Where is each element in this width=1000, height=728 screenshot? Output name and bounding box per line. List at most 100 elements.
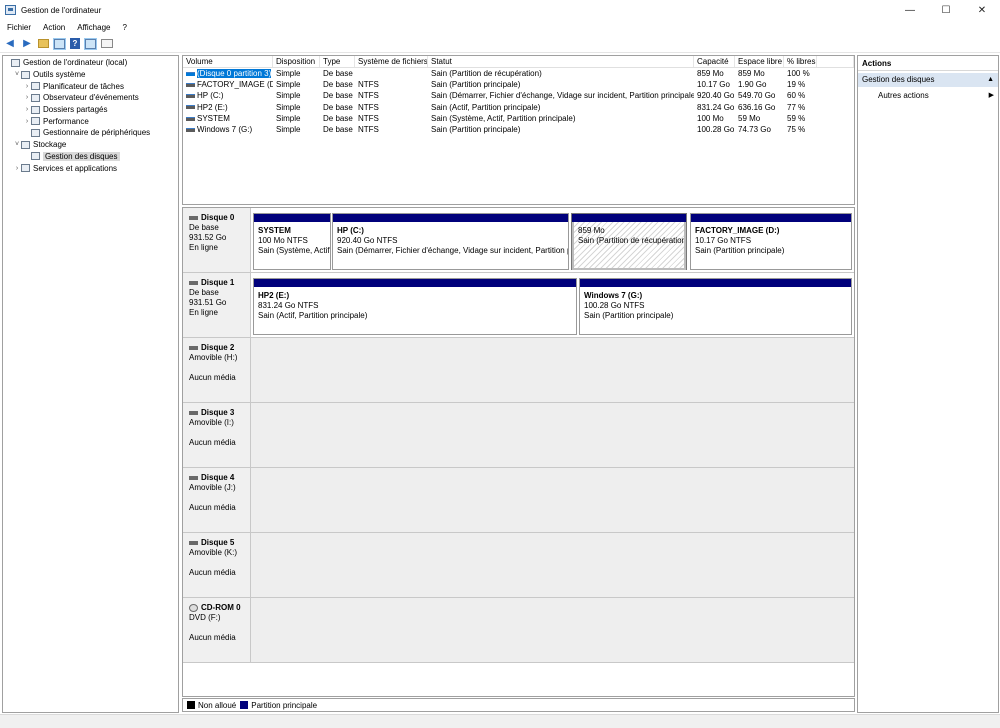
chevron-right-icon[interactable]: ›	[23, 94, 31, 101]
disk-label[interactable]: Disque 5 Amovible (K:) Aucun média	[183, 533, 251, 597]
table-row[interactable]: FACTORY_IMAGE (D:) Simple De base NTFS Sain …	[183, 79, 854, 90]
show-actions-icon[interactable]	[84, 37, 97, 50]
partition-block[interactable]: HP2 (E:) 831.24 Go NTFS Sain (Actif, Parti…	[253, 278, 577, 335]
up-folder-icon[interactable]	[38, 39, 49, 48]
partition-size: 10.17 Go NTFS	[695, 236, 752, 245]
col-volume[interactable]: Volume	[183, 56, 273, 67]
menu-action[interactable]: Action	[43, 23, 65, 32]
col-free-space[interactable]: Espace libre	[735, 56, 784, 67]
collapse-up-icon[interactable]: ▲	[987, 73, 994, 87]
col-filesystem[interactable]: Système de fichiers	[355, 56, 428, 67]
close-button[interactable]: ✕	[964, 0, 1000, 20]
help-icon[interactable]: ?	[70, 38, 80, 49]
maximize-button[interactable]: ☐	[928, 0, 964, 20]
tree-item[interactable]: Gestion des disques	[3, 151, 178, 163]
tree-item-label: Gestionnaire de périphériques	[43, 128, 151, 138]
tree-node-icon	[31, 105, 40, 114]
chevron-down-icon[interactable]: ˅	[13, 141, 21, 148]
table-row[interactable]: Windows 7 (G:) Simple De base NTFS Sain (Par…	[183, 124, 854, 135]
cell-disposition: Simple	[276, 80, 301, 90]
col-capacity[interactable]: Capacité	[694, 56, 735, 67]
show-tree-icon[interactable]	[53, 37, 66, 50]
back-arrow-icon[interactable]: ◀	[4, 38, 16, 50]
cell-volume: (Disque 0 partition 3)	[183, 68, 273, 79]
disk-row: Disque 0 De base 931.52 Go En ligne SYSTEM 10…	[183, 208, 854, 273]
cell-filesystem: NTFS	[358, 124, 379, 134]
disk-name-row: Disque 4	[189, 472, 250, 483]
chevron-right-icon[interactable]: ›	[23, 83, 31, 90]
col-percent-free[interactable]: % libres	[784, 56, 817, 67]
tree-item[interactable]: › Services et applications	[3, 162, 178, 174]
disk-name: Disque 2	[201, 343, 235, 352]
tree-item[interactable]: › Planificateur de tâches	[3, 80, 178, 92]
menu-help[interactable]: ?	[122, 23, 126, 32]
console-tree: Gestion de l'ordinateur (local) ˅ Outils s…	[2, 55, 179, 713]
tree-item[interactable]: › Dossiers partagés	[3, 104, 178, 116]
chevron-right-icon[interactable]: ›	[23, 118, 31, 125]
actions-section-disk-management[interactable]: Gestion des disques ▲	[858, 73, 998, 87]
chevron-right-icon[interactable]: ›	[13, 165, 21, 172]
partition-block[interactable]: HP (C:) 920.40 Go NTFS Sain (Démarrer, Fic…	[332, 213, 569, 270]
disk-name-row: CD-ROM 0	[189, 602, 250, 613]
disk-info-line: 931.51 Go	[189, 298, 227, 307]
volume-icon	[186, 71, 195, 76]
tree-item[interactable]: ˅ Stockage	[3, 139, 178, 151]
tree-item[interactable]: ˅ Outils système	[3, 69, 178, 81]
status-bar	[0, 714, 1000, 728]
primary-swatch	[240, 701, 249, 709]
legend-unallocated: Non alloué	[198, 700, 237, 710]
disk-name: Disque 3	[201, 408, 235, 417]
cell-filesystem	[355, 68, 428, 79]
partition-type-bar	[254, 214, 330, 222]
partition-block[interactable]: Windows 7 (G:) 100.28 Go NTFS Sain (Partit…	[579, 278, 852, 335]
empty-disk-area	[251, 403, 854, 467]
tree-item[interactable]: › Performance	[3, 115, 178, 127]
tree-node-icon	[31, 128, 40, 137]
chevron-down-icon[interactable]: ˅	[13, 71, 21, 78]
tree-node-icon	[31, 82, 40, 91]
partition-block[interactable]: FACTORY_IMAGE (D:) 10.17 Go NTFS Sain (Par…	[690, 213, 852, 270]
disk-info-line	[189, 558, 250, 568]
cell-type: De base	[323, 124, 353, 134]
disk-label[interactable]: Disque 0 De base 931.52 Go En ligne	[183, 208, 251, 272]
partition-block[interactable]: SYSTEM 100 Mo NTFS Sain (Système, Actif,	[253, 213, 331, 270]
disk-label[interactable]: Disque 2 Amovible (H:) Aucun média	[183, 338, 251, 402]
partition-block[interactable]: 859 Mo Sain (Partition de récupération)	[571, 213, 687, 270]
partition-status: Sain (Partition principale)	[584, 311, 674, 320]
cell-status: Sain (Actif, Partition principale)	[431, 102, 541, 112]
disk-row: Disque 4 Amovible (J:) Aucun média	[183, 468, 854, 533]
other-actions-item[interactable]: Autres actions ▶	[858, 89, 998, 103]
disk-name: Disque 1	[201, 278, 235, 287]
volume-name: HP (C:)	[197, 91, 224, 101]
disk-label[interactable]: CD-ROM 0 DVD (F:) Aucun média	[183, 598, 251, 662]
tree-item[interactable]: Gestion de l'ordinateur (local)	[3, 57, 178, 69]
disk-label[interactable]: Disque 4 Amovible (J:) Aucun média	[183, 468, 251, 532]
table-row[interactable]: HP (C:) Simple De base NTFS Sain (Démarrer, …	[183, 90, 854, 101]
cell-status: Sain (Partition de récupération)	[431, 69, 542, 78]
disk-label[interactable]: Disque 1 De base 931.51 Go En ligne	[183, 273, 251, 337]
other-actions-label: Autres actions	[878, 91, 929, 100]
cell-disposition: Simple	[276, 124, 301, 134]
tree-item[interactable]: Gestionnaire de périphériques	[3, 127, 178, 139]
menu-fichier[interactable]: Fichier	[7, 23, 31, 32]
col-type[interactable]: Type	[320, 56, 355, 67]
table-row[interactable]: (Disque 0 partition 3) Simple De base Sain …	[183, 68, 854, 79]
disk-info-line: De base	[189, 288, 219, 297]
empty-disk-area	[251, 598, 854, 662]
cell-free-space: 1.90 Go	[738, 80, 767, 90]
minimize-button[interactable]: —	[892, 0, 928, 20]
cell-type: De base	[323, 69, 353, 78]
disk-icon	[189, 475, 198, 480]
disk-name-row: Disque 1	[189, 277, 250, 288]
tree-item[interactable]: › Observateur d'événements	[3, 92, 178, 104]
properties-icon[interactable]	[101, 39, 113, 48]
chevron-right-icon[interactable]: ›	[23, 106, 31, 113]
cell-percent-free: 77 %	[787, 102, 806, 112]
forward-arrow-icon[interactable]: ▶	[21, 38, 33, 50]
table-row[interactable]: SYSTEM Simple De base NTFS Sain (Système, Ac…	[183, 113, 854, 124]
menu-affichage[interactable]: Affichage	[77, 23, 110, 32]
disk-label[interactable]: Disque 3 Amovible (I:) Aucun média	[183, 403, 251, 467]
table-row[interactable]: HP2 (E:) Simple De base NTFS Sain (Actif, Pa…	[183, 102, 854, 113]
col-disposition[interactable]: Disposition	[273, 56, 320, 67]
col-status[interactable]: Statut	[428, 56, 694, 67]
